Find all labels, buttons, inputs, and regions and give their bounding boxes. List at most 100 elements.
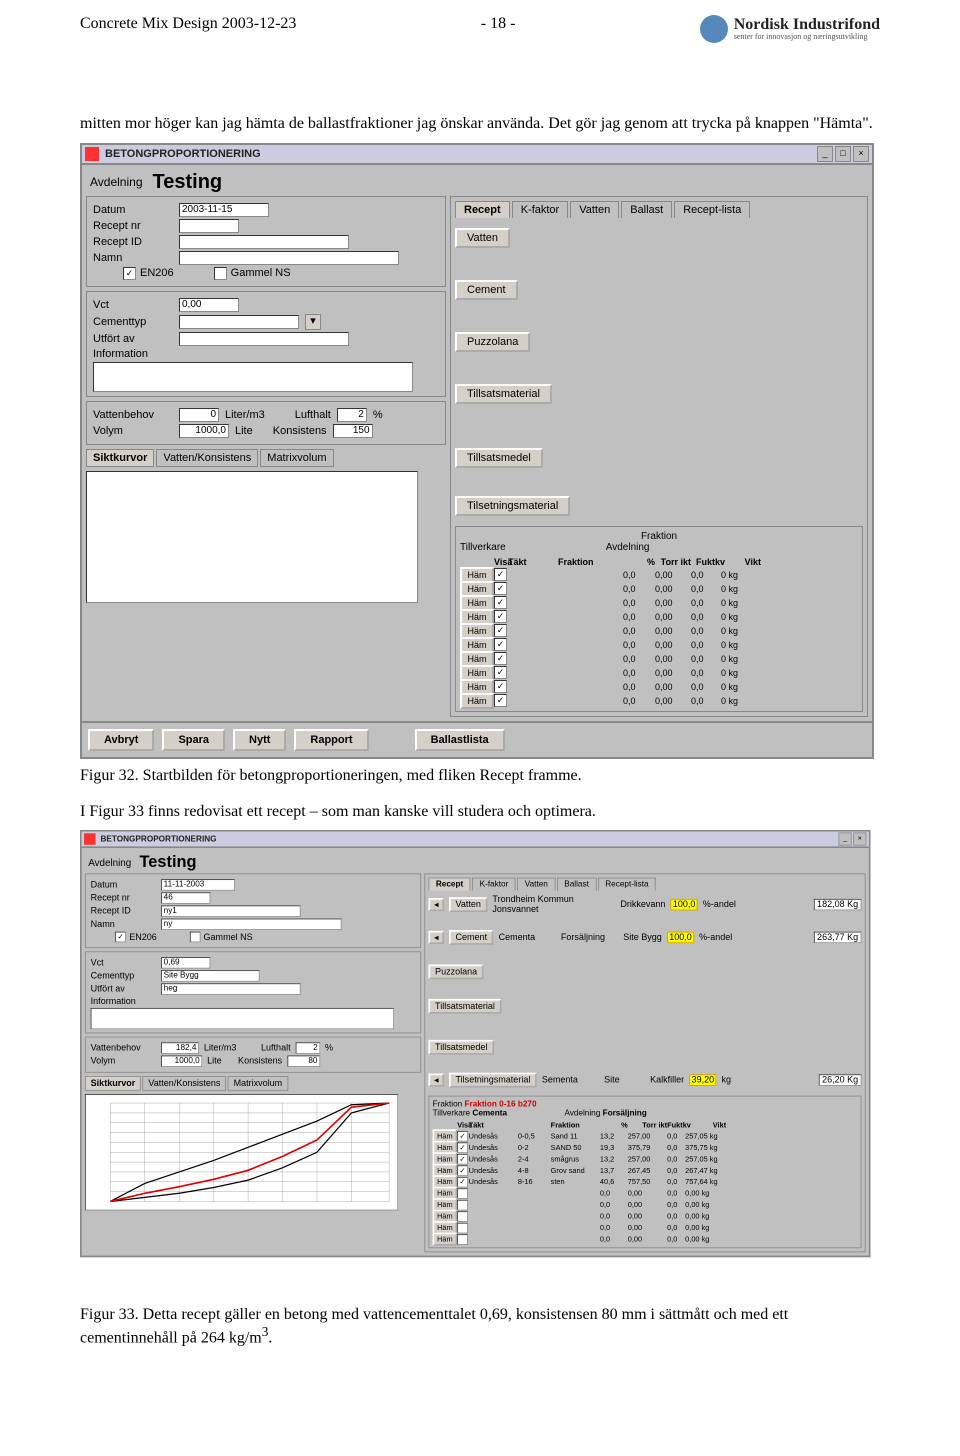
- tab-recept[interactable]: Recept: [455, 201, 510, 218]
- lufthalt-input[interactable]: 2: [337, 408, 367, 422]
- torrikt-value[interactable]: 0,00: [628, 1189, 667, 1197]
- visa-checkbox[interactable]: ✓: [494, 666, 507, 679]
- tab-kfaktor[interactable]: K-faktor: [472, 878, 515, 891]
- ham-button[interactable]: Häm: [433, 1233, 458, 1246]
- nav-left-icon[interactable]: ◄: [429, 931, 445, 944]
- visa-checkbox[interactable]: ✓: [494, 568, 507, 581]
- receptnr-input[interactable]: 46: [161, 893, 210, 904]
- subtab-siktkurvor[interactable]: Siktkurvor: [85, 1076, 141, 1091]
- fuktkv-value[interactable]: 0,0: [667, 1178, 685, 1186]
- tab-kfaktor[interactable]: K-faktor: [512, 201, 569, 218]
- visa-checkbox[interactable]: ✓: [457, 1142, 468, 1153]
- tillsatsmedel-button[interactable]: Tillsatsmedel: [455, 448, 543, 468]
- visa-checkbox[interactable]: ✓: [457, 1131, 468, 1142]
- spara-button[interactable]: Spara: [162, 729, 225, 751]
- tillsatsmaterial-button[interactable]: Tillsatsmaterial: [455, 384, 552, 404]
- minimize-icon[interactable]: _: [839, 833, 852, 846]
- puzzolana-button[interactable]: Puzzolana: [455, 332, 530, 352]
- puzzolana-button[interactable]: Puzzolana: [429, 965, 484, 980]
- visa-checkbox[interactable]: [457, 1211, 468, 1222]
- torrikt-value[interactable]: 0,00: [628, 1201, 667, 1209]
- cementtyp-select[interactable]: [179, 315, 299, 329]
- fuktkv-value[interactable]: 0,0: [691, 682, 721, 692]
- torrikt-value[interactable]: 757,50: [628, 1178, 667, 1186]
- visa-checkbox[interactable]: ✓: [494, 652, 507, 665]
- avbryt-button[interactable]: Avbryt: [88, 729, 154, 751]
- torrikt-value[interactable]: 0,00: [655, 612, 691, 622]
- torrikt-value[interactable]: 0,00: [628, 1224, 667, 1232]
- ballastlista-button[interactable]: Ballastlista: [415, 729, 505, 751]
- fuktkv-value[interactable]: 0,0: [667, 1132, 685, 1140]
- nav-left-icon[interactable]: ◄: [429, 1074, 445, 1087]
- tillsatsmedel-button[interactable]: Tillsatsmedel: [429, 1040, 494, 1055]
- utfortav-input[interactable]: [179, 332, 349, 346]
- maximize-icon[interactable]: □: [835, 146, 851, 162]
- fuktkv-value[interactable]: 0,0: [691, 570, 721, 580]
- torrikt-value[interactable]: 0,00: [655, 570, 691, 580]
- minimize-icon[interactable]: _: [817, 146, 833, 162]
- torrikt-value[interactable]: 0,00: [655, 598, 691, 608]
- tab-recept-lista[interactable]: Recept-lista: [598, 878, 656, 891]
- visa-checkbox[interactable]: [457, 1234, 468, 1245]
- visa-checkbox[interactable]: ✓: [494, 680, 507, 693]
- fuktkv-value[interactable]: 0,0: [691, 598, 721, 608]
- information-textarea[interactable]: [93, 362, 413, 392]
- tab-recept[interactable]: Recept: [429, 878, 471, 891]
- fuktkv-value[interactable]: 0,0: [691, 584, 721, 594]
- tab-vatten[interactable]: Vatten: [570, 201, 619, 218]
- namn-input[interactable]: ny: [161, 919, 341, 930]
- datum-input[interactable]: 2003-11-15: [179, 203, 269, 217]
- torrikt-value[interactable]: 0,00: [655, 654, 691, 664]
- vattenbehov-input[interactable]: 0: [179, 408, 219, 422]
- fuktkv-value[interactable]: 0,0: [667, 1224, 685, 1232]
- receptid-input[interactable]: ny1: [161, 906, 300, 917]
- tab-vatten[interactable]: Vatten: [517, 878, 555, 891]
- fuktkv-value[interactable]: 0,0: [667, 1212, 685, 1220]
- vatten-button[interactable]: Vatten: [449, 897, 488, 912]
- subtab-matrixvolum[interactable]: Matrixvolum: [228, 1076, 288, 1091]
- tab-ballast[interactable]: Ballast: [621, 201, 672, 218]
- visa-checkbox[interactable]: ✓: [457, 1165, 468, 1176]
- torrikt-value[interactable]: 0,00: [655, 682, 691, 692]
- vct-input[interactable]: 0,00: [179, 298, 239, 312]
- visa-checkbox[interactable]: ✓: [457, 1154, 468, 1165]
- visa-checkbox[interactable]: ✓: [494, 624, 507, 637]
- konsistens-input[interactable]: 150: [333, 424, 373, 438]
- torrikt-value[interactable]: 0,00: [655, 640, 691, 650]
- receptid-input[interactable]: [179, 235, 349, 249]
- vatten-button[interactable]: Vatten: [455, 228, 510, 248]
- visa-checkbox[interactable]: ✓: [494, 694, 507, 707]
- visa-checkbox[interactable]: ✓: [494, 582, 507, 595]
- vattenbehov-input[interactable]: 182,4: [161, 1043, 199, 1054]
- visa-checkbox[interactable]: [457, 1223, 468, 1234]
- cement-button[interactable]: Cement: [455, 280, 518, 300]
- nav-left-icon[interactable]: ◄: [429, 898, 445, 911]
- torrikt-value[interactable]: 0,00: [655, 696, 691, 706]
- en206-checkbox[interactable]: ✓: [115, 932, 126, 943]
- tillsatsmaterial-button[interactable]: Tillsatsmaterial: [429, 999, 502, 1014]
- torrikt-value[interactable]: 0,00: [628, 1235, 667, 1243]
- konsistens-input[interactable]: 80: [287, 1056, 320, 1067]
- subtab-siktkurvor[interactable]: Siktkurvor: [86, 449, 154, 467]
- vct-input[interactable]: 0,69: [161, 957, 210, 968]
- torrikt-value[interactable]: 375,79: [628, 1143, 667, 1151]
- fuktkv-value[interactable]: 0,0: [667, 1235, 685, 1243]
- lufthalt-input[interactable]: 2: [296, 1043, 321, 1054]
- visa-checkbox[interactable]: [457, 1200, 468, 1211]
- fuktkv-value[interactable]: 0,0: [667, 1201, 685, 1209]
- torrikt-value[interactable]: 0,00: [655, 626, 691, 636]
- subtab-matrixvolum[interactable]: Matrixvolum: [260, 449, 333, 467]
- namn-input[interactable]: [179, 251, 399, 265]
- fuktkv-value[interactable]: 0,0: [667, 1155, 685, 1163]
- tilsetningsmaterial-button[interactable]: Tilsetningsmaterial: [455, 496, 570, 516]
- ham-button[interactable]: Häm: [460, 693, 494, 709]
- fuktkv-value[interactable]: 0,0: [691, 654, 721, 664]
- rapport-button[interactable]: Rapport: [294, 729, 368, 751]
- fuktkv-value[interactable]: 0,0: [667, 1143, 685, 1151]
- cementtyp-select[interactable]: Site Bygg: [161, 970, 259, 981]
- information-textarea[interactable]: [91, 1008, 394, 1029]
- subtab-vatten-konsistens[interactable]: Vatten/Konsistens: [143, 1076, 227, 1091]
- torrikt-value[interactable]: 257,00: [628, 1155, 667, 1163]
- visa-checkbox[interactable]: ✓: [457, 1177, 468, 1188]
- torrikt-value[interactable]: 0,00: [628, 1212, 667, 1220]
